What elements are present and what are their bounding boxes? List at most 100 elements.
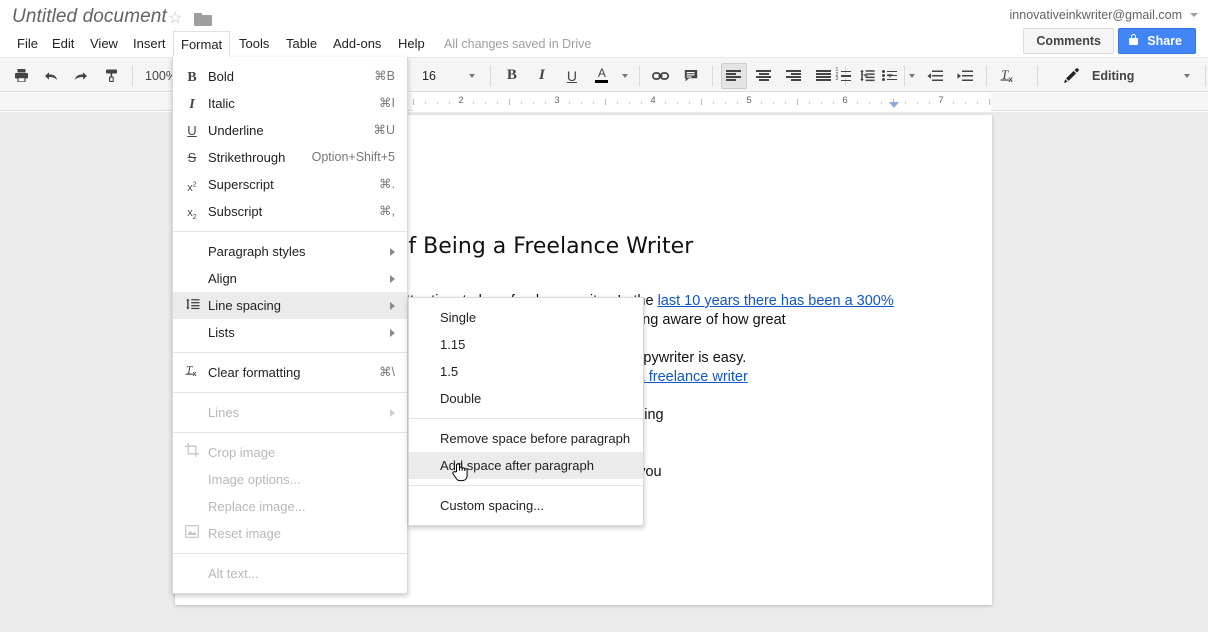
clear-formatting-icon[interactable]: Tx — [995, 63, 1021, 89]
menu-option-align[interactable]: Align — [173, 265, 407, 292]
menu-item-format[interactable]: Format — [173, 31, 231, 57]
right-indent-marker[interactable] — [889, 102, 899, 108]
menu-option-paragraph-styles[interactable]: Paragraph styles — [173, 238, 407, 265]
menu-option-underline[interactable]: U Underline ⌘U — [173, 117, 407, 144]
underline-button[interactable]: U — [559, 63, 585, 89]
account-caret-icon[interactable] — [1190, 13, 1198, 17]
bold-icon: B — [506, 67, 517, 83]
text-color-caret-icon[interactable] — [621, 73, 628, 78]
menu-item-view[interactable]: View — [83, 31, 125, 57]
spacing-option-double[interactable]: Double — [409, 385, 643, 412]
menu-item-add-ons[interactable]: Add-ons — [326, 31, 388, 57]
ruler-tick — [905, 102, 906, 104]
menu-option-shortcut: ⌘\ — [379, 365, 395, 379]
print-icon[interactable] — [8, 63, 34, 89]
italic-button[interactable]: I — [529, 63, 555, 89]
format-menu[interactable]: B Bold ⌘B I Italic ⌘I U Underline ⌘U S Strikethrou… — [172, 57, 408, 594]
menu-option-subscript[interactable]: x2 Subscript ⌘, — [173, 198, 407, 225]
add-comment-icon[interactable] — [678, 63, 704, 89]
spacing-option-add-space-after-paragraph[interactable]: Add space after paragraph — [409, 452, 643, 479]
bulleted-list-caret-icon[interactable] — [909, 73, 915, 78]
menu-item-help[interactable]: Help — [391, 31, 432, 57]
ruler-number: 7 — [938, 95, 944, 106]
increase-indent-icon[interactable] — [952, 63, 978, 89]
menu-bar: File Edit View Insert Format Tools Table Add-on… — [0, 31, 1208, 57]
menu-option-reset-image: Reset image — [173, 520, 407, 547]
menu-option-bold[interactable]: B Bold ⌘B — [173, 63, 407, 90]
account-email[interactable]: innovativeinkwriter@gmail.com — [1010, 8, 1182, 22]
strikethrough-icon: S — [187, 150, 197, 165]
title-bar: Untitled document ☆ innovativeinkwriter@… — [0, 0, 1208, 54]
menu-option-label: Lines — [208, 405, 240, 420]
menu-item-edit[interactable]: Edit — [45, 31, 81, 57]
edit-mode-label[interactable]: Editing — [1092, 69, 1134, 83]
menu-option-shortcut: ⌘B — [374, 69, 395, 83]
redo-icon[interactable] — [68, 63, 94, 89]
paint-format-icon[interactable] — [98, 63, 124, 89]
ruler-tick — [929, 102, 930, 104]
svg-text:x: x — [1008, 75, 1013, 83]
numbered-list-caret-icon[interactable] — [863, 73, 869, 78]
ruler-tick — [809, 102, 810, 104]
menu-option-label: Alt text... — [208, 566, 259, 581]
menu-option-italic[interactable]: I Italic ⌘I — [173, 90, 407, 117]
menu-option-superscript[interactable]: x2 Superscript ⌘. — [173, 171, 407, 198]
menu-option-clear-formatting[interactable]: Tx Clear formatting ⌘\ — [173, 359, 407, 386]
menu-item-file[interactable]: File — [10, 31, 45, 57]
menu-option-strikethrough[interactable]: S Strikethrough Option+Shift+5 — [173, 144, 407, 171]
spacing-option-single[interactable]: Single — [409, 304, 643, 331]
undo-icon[interactable] — [38, 63, 64, 89]
ruler-tick — [473, 102, 474, 104]
spacing-option-1-5[interactable]: 1.5 — [409, 358, 643, 385]
submenu-arrow-icon — [390, 329, 395, 337]
spacing-option-custom-spacing[interactable]: Custom spacing... — [409, 492, 643, 519]
line-spacing-submenu[interactable]: Single 1.15 1.5 Double Remove space before p… — [408, 297, 644, 526]
ruler-tick — [593, 102, 594, 104]
superscript-icon: x2 — [187, 181, 197, 194]
menu-option-label: Underline — [208, 123, 264, 138]
menu-option-lists[interactable]: Lists — [173, 319, 407, 346]
menu-item-tools[interactable]: Tools — [232, 31, 276, 57]
menu-option-label: Clear formatting — [208, 365, 301, 380]
spacing-option-1-15[interactable]: 1.15 — [409, 331, 643, 358]
numbered-list-icon[interactable]: 1 2 3 — [830, 63, 856, 89]
ruler-tick — [425, 102, 426, 104]
bulleted-list-icon[interactable] — [876, 63, 902, 89]
pencil-icon[interactable] — [1058, 63, 1084, 89]
link-icon[interactable] — [648, 63, 674, 89]
bold-button[interactable]: B — [499, 63, 525, 89]
google-docs-window: Untitled document ☆ innovativeinkwriter@… — [0, 0, 1208, 632]
decrease-indent-icon[interactable] — [922, 63, 948, 89]
document-link[interactable]: last 10 years there has been a 300% — [658, 293, 894, 309]
pointing-hand-cursor — [452, 462, 468, 482]
menu-separator — [173, 432, 407, 433]
menu-separator — [173, 352, 407, 353]
ruler-tick — [665, 102, 666, 104]
menu-item-insert[interactable]: Insert — [126, 31, 173, 57]
submenu-arrow-icon — [390, 409, 395, 417]
svg-text:x: x — [192, 371, 196, 377]
align-right-icon[interactable] — [781, 63, 807, 89]
spacing-option-remove-space-before-paragraph[interactable]: Remove space before paragraph — [409, 425, 643, 452]
font-size-value[interactable]: 16 — [418, 69, 440, 83]
document-title[interactable]: Untitled document — [12, 6, 167, 28]
ruler-tick — [869, 102, 870, 104]
ruler-tick — [413, 99, 414, 105]
crop-icon — [183, 439, 201, 466]
align-left-icon[interactable] — [720, 62, 747, 89]
edit-mode-caret-icon[interactable] — [1184, 73, 1191, 78]
menu-option-label: Replace image... — [208, 499, 306, 514]
ruler-tick — [821, 102, 822, 104]
align-center-icon[interactable] — [751, 63, 777, 89]
ruler-tick — [437, 102, 438, 104]
star-icon[interactable]: ☆ — [168, 11, 184, 27]
ruler-tick — [641, 102, 642, 104]
ruler-number: 5 — [746, 95, 752, 106]
menu-option-label: Paragraph styles — [208, 244, 306, 259]
font-size-caret-icon[interactable] — [468, 73, 475, 78]
text-color-button[interactable]: A — [589, 63, 615, 89]
folder-icon[interactable] — [194, 13, 212, 26]
ruler-number: 4 — [650, 95, 656, 106]
menu-item-table[interactable]: Table — [279, 31, 324, 57]
menu-option-line-spacing[interactable]: Line spacing — [173, 292, 407, 319]
